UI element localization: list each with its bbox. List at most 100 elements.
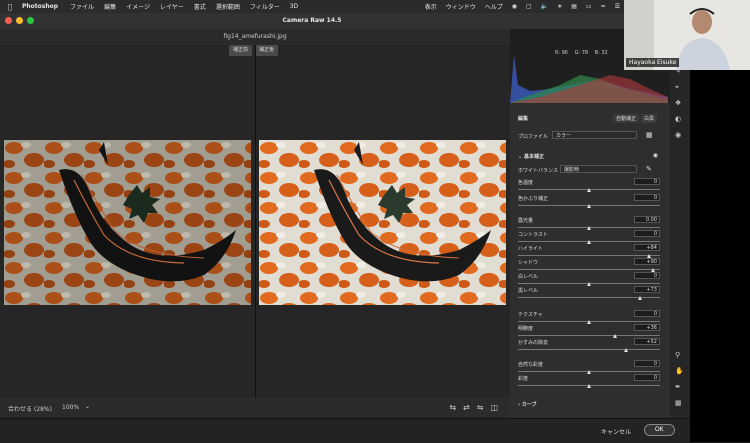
slider-thumb[interactable] xyxy=(587,240,591,244)
bw-button[interactable]: 白黒 xyxy=(641,114,658,123)
status-bar: 合わせる (28%) 100% ⌄ ⇆ ⇄ ⇋ ◫ xyxy=(0,398,510,418)
slider-value-input[interactable]: 0 xyxy=(634,374,660,381)
menu-right: 表示 ウィンドウ ヘルプ ◉ ▢ 🔈 ∗ ▤ ▭ ≈ ☰ xyxy=(416,0,620,13)
profile-label: プロファイル xyxy=(518,134,549,140)
volume-icon[interactable]: 🔈 xyxy=(541,3,548,10)
slider-track[interactable] xyxy=(518,255,660,256)
zoom-tool-icon[interactable]: ⚲ xyxy=(675,351,680,359)
hand-tool-icon[interactable]: ✋ xyxy=(675,367,684,375)
menu-help[interactable]: ヘルプ xyxy=(485,2,503,11)
slider-thumb[interactable] xyxy=(587,204,591,208)
battery-icon[interactable]: ▭ xyxy=(586,3,592,10)
swap-view-icon[interactable]: ⇆ xyxy=(449,403,456,412)
profile-select[interactable]: カラー xyxy=(552,131,637,139)
menu-view[interactable]: 表示 xyxy=(425,2,437,11)
keyboard-icon[interactable]: ▤ xyxy=(571,3,577,10)
slider-value-input[interactable]: 0 xyxy=(634,360,660,367)
tab-before[interactable]: 補正前 xyxy=(229,45,253,56)
slider-thumb[interactable] xyxy=(587,282,591,286)
chevron-down-icon: ⌄ xyxy=(518,154,523,160)
slider-value-input[interactable]: 0 xyxy=(634,194,660,201)
menu-select[interactable]: 選択範囲 xyxy=(216,2,240,11)
apple-icon[interactable]:  xyxy=(8,3,18,11)
slider-thumb[interactable] xyxy=(587,226,591,230)
slider-value-input[interactable]: +52 xyxy=(634,338,660,345)
menu-type[interactable]: 書式 xyxy=(194,2,206,11)
bluetooth-icon[interactable]: ∗ xyxy=(557,3,562,10)
split-view-icon[interactable]: ◫ xyxy=(490,403,498,412)
menu-bar:  Photoshop ファイル 編集 イメージ レイヤー 書式 選択範囲 フィ… xyxy=(0,0,624,13)
slider-value-input[interactable]: 0 xyxy=(634,272,660,279)
menu-edit[interactable]: 編集 xyxy=(104,2,116,11)
zoom-chevron-icon[interactable]: ⌄ xyxy=(85,403,90,410)
sampler-tool-icon[interactable]: ✒ xyxy=(675,383,681,391)
mask-tool-icon[interactable]: ◐ xyxy=(675,115,681,123)
slider-row: 明瞭度 +36 xyxy=(518,324,660,339)
redeye-tool-icon[interactable]: ◉ xyxy=(675,131,681,139)
tab-after[interactable]: 補正後 xyxy=(255,45,279,56)
g-value: G: 78 xyxy=(574,50,589,56)
split-divider xyxy=(255,45,256,398)
slider-value-input[interactable]: +36 xyxy=(634,324,660,331)
cancel-button[interactable]: キャンセル xyxy=(595,425,637,438)
r-value: R: 96 xyxy=(555,50,568,56)
menu-window[interactable]: ウィンドウ xyxy=(446,2,476,11)
menu-file[interactable]: ファイル xyxy=(70,2,94,11)
slider-thumb[interactable] xyxy=(587,384,591,388)
slider-thumb[interactable] xyxy=(587,188,591,192)
slider-label: 黒レベル xyxy=(518,288,539,294)
slider-value-input[interactable]: 0 xyxy=(634,230,660,237)
slider-thumb[interactable] xyxy=(612,334,617,338)
slider-track[interactable] xyxy=(518,269,660,270)
slider-value-input[interactable]: 0.00 xyxy=(634,216,660,223)
slider-row: 露光量 0.00 xyxy=(518,216,660,231)
slider-value-input[interactable]: +90 xyxy=(634,258,660,265)
webcam-video: Hayaoka Eisuke xyxy=(624,0,750,70)
slider-track[interactable] xyxy=(518,335,660,336)
eyedropper-icon[interactable]: ✎ xyxy=(646,165,652,173)
menu-filter[interactable]: フィルター xyxy=(250,2,280,11)
slider-label: 彩度 xyxy=(518,376,529,382)
slider-row: かすみの除去 +52 xyxy=(518,338,660,353)
screen-icon[interactable]: ▢ xyxy=(526,3,532,10)
slider-thumb[interactable] xyxy=(623,348,628,352)
zoom-select[interactable]: 100% xyxy=(62,404,79,411)
slider-thumb[interactable] xyxy=(638,296,643,300)
wifi-icon[interactable]: ≈ xyxy=(601,3,606,10)
slider-value-input[interactable]: 0 xyxy=(634,178,660,185)
ok-button[interactable]: OK xyxy=(644,424,675,436)
slider-label: コントラスト xyxy=(518,232,548,238)
basic-section-header[interactable]: ⌄ 基本補正 xyxy=(518,153,544,160)
menu-3d[interactable]: 3D xyxy=(290,3,298,10)
copy-settings-icon[interactable]: ⇄ xyxy=(463,403,470,412)
control-center-icon[interactable]: ☰ xyxy=(615,3,620,10)
slider-value-input[interactable]: 0 xyxy=(634,310,660,317)
fit-zoom-button[interactable]: 合わせる (28%) xyxy=(8,404,52,413)
slider-label: 色かぶり補正 xyxy=(518,196,549,202)
wb-select[interactable]: 撮影時 xyxy=(560,165,637,173)
slider-label: 露光量 xyxy=(518,218,534,224)
profile-browser-icon[interactable]: ▦ xyxy=(646,131,653,139)
photo-before xyxy=(4,140,251,305)
visibility-eye-icon[interactable]: ◉ xyxy=(653,152,658,159)
grid-tool-icon[interactable]: ▦ xyxy=(675,399,682,407)
slider-thumb[interactable] xyxy=(587,370,591,374)
menu-image[interactable]: イメージ xyxy=(126,2,150,11)
auto-button[interactable]: 自動補正 xyxy=(613,114,640,123)
slider-value-input[interactable]: +73 xyxy=(634,286,660,293)
toggle-compare-icon[interactable]: ⇋ xyxy=(477,403,484,412)
slider-row: コントラスト 0 xyxy=(518,230,660,245)
menu-app-name[interactable]: Photoshop xyxy=(22,3,58,10)
slider-track[interactable] xyxy=(518,349,660,350)
slider-thumb[interactable] xyxy=(587,320,591,324)
window-title: Camera Raw 14.5 xyxy=(282,17,342,24)
heal-tool-icon[interactable]: ❖ xyxy=(675,99,681,107)
menu-layer[interactable]: レイヤー xyxy=(160,2,184,11)
chevron-right-icon: › xyxy=(518,402,521,408)
curve-section-header[interactable]: › カーブ xyxy=(518,401,537,408)
slider-label: 色温度 xyxy=(518,180,534,186)
crop-tool-icon[interactable]: ⌖ xyxy=(675,83,679,92)
eye-icon[interactable]: ◉ xyxy=(512,3,517,10)
basic-section-label: 基本補正 xyxy=(523,154,544,160)
slider-value-input[interactable]: +84 xyxy=(634,244,660,251)
